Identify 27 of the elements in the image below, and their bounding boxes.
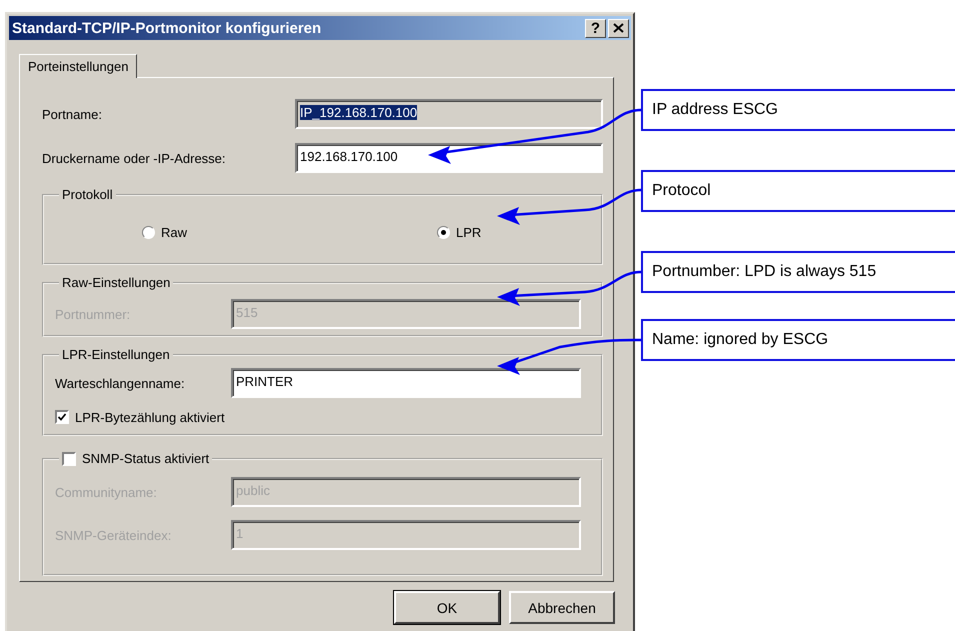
checkbox-label: LPR-Bytezählung aktiviert [75,410,225,424]
group-title: Protokoll [62,187,113,202]
field-label: Druckername oder -IP-Adresse: [42,150,227,166]
help-button[interactable]: ? [585,18,606,38]
group-title: Raw-Einstellungen [62,275,170,290]
radio-button[interactable] [142,226,155,239]
callout-box: IP address ESCG [641,89,955,131]
tab[interactable]: Porteinstellungen [19,54,138,78]
field-label: Portname: [42,106,103,122]
group-title: LPR-Einstellungen [62,347,170,362]
window-title: Standard-TCP/IP-Portmonitor konfigurieren [12,20,322,36]
radio-label: LPR [456,225,482,240]
checkbox[interactable] [55,410,69,424]
cancel-button[interactable]: Abbrechen [509,591,615,624]
text-field[interactable]: PRINTER [231,368,581,398]
text-field[interactable]: 192.168.170.100 [295,143,603,173]
close-button[interactable] [608,18,629,38]
callout-box: Name: ignored by ESCG [641,319,955,361]
close-icon [613,23,624,33]
ok-button[interactable]: OK [394,591,500,624]
radio-button[interactable] [437,226,450,239]
callout-box: Protocol [641,170,955,212]
callout-box: Portnumber: LPD is always 515 [641,251,955,293]
field-label: Warteschlangenname: [55,376,186,390]
radio-label: Raw [161,225,188,240]
checkmark-icon [58,413,66,421]
checkbox-label: SNMP-Status aktiviert [82,451,210,466]
